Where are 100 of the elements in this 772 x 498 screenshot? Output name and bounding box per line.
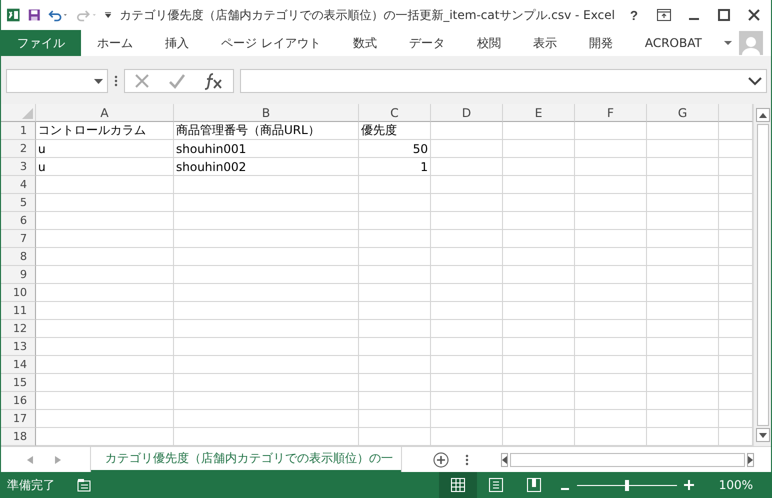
row-header[interactable]: 15 xyxy=(1,374,36,392)
more-options-icon xyxy=(114,75,118,87)
column-header[interactable]: D xyxy=(431,104,503,122)
table-cell xyxy=(503,320,575,338)
table-cell xyxy=(647,320,719,338)
row-header[interactable]: 2 xyxy=(1,140,36,158)
caret-icon[interactable] xyxy=(724,40,732,46)
up-arrow-icon xyxy=(758,112,766,118)
row-header[interactable]: 7 xyxy=(1,230,36,248)
table-cell xyxy=(503,302,575,320)
table-cell xyxy=(575,392,647,410)
table-cell xyxy=(647,140,719,158)
table-cell xyxy=(503,158,575,176)
zoom-slider-thumb[interactable] xyxy=(624,480,629,490)
window-title: カテゴリ優先度（店舗内カテゴリでの表示順位）の一括更新_item-catサンプル.csv - Excel xyxy=(119,6,615,24)
table-cell xyxy=(359,194,431,212)
maximize-icon xyxy=(718,9,730,21)
ribbon-tab[interactable]: 校閲 xyxy=(460,30,517,56)
check-icon[interactable] xyxy=(168,73,186,89)
ribbon-tab[interactable]: ページ レイアウト xyxy=(205,30,337,56)
ribbon-tab[interactable]: 挿入 xyxy=(149,30,205,56)
normal-view-button[interactable] xyxy=(438,472,477,498)
table-cell: コントロールカラム xyxy=(36,122,174,140)
column-header[interactable]: A xyxy=(36,104,174,122)
column-header[interactable]: B xyxy=(174,104,359,122)
zoom-in-button[interactable] xyxy=(682,477,695,493)
table-cell xyxy=(503,140,575,158)
insert-function-icon[interactable] xyxy=(204,72,224,90)
row-header[interactable]: 18 xyxy=(1,428,36,446)
row-header[interactable]: 17 xyxy=(1,410,36,428)
formula-input-field[interactable] xyxy=(240,69,767,93)
add-sheet-icon[interactable] xyxy=(433,452,449,468)
table-cell xyxy=(431,230,503,248)
scroll-thumb[interactable] xyxy=(510,452,745,466)
ribbon-tab[interactable]: 開発 xyxy=(572,30,629,56)
table-cell xyxy=(359,410,431,428)
vertical-scrollbar[interactable] xyxy=(753,104,771,446)
scroll-up-button[interactable] xyxy=(756,108,770,122)
ribbon-tab[interactable]: 表示 xyxy=(516,30,573,56)
page-break-icon xyxy=(526,478,541,492)
table-cell xyxy=(575,374,647,392)
ribbon-tab[interactable]: ファイル xyxy=(1,30,81,56)
row-header[interactable]: 8 xyxy=(1,248,36,266)
row-header[interactable]: 9 xyxy=(1,266,36,284)
table-cell xyxy=(575,140,647,158)
table-cell xyxy=(647,230,719,248)
row-header[interactable]: 1 xyxy=(1,122,36,140)
table-cell xyxy=(359,356,431,374)
table-cell xyxy=(359,320,431,338)
row-header[interactable]: 13 xyxy=(1,338,36,356)
table-cell xyxy=(647,374,719,392)
chevron-icon xyxy=(748,76,762,86)
macro-record-icon[interactable] xyxy=(77,478,91,492)
scroll-right-button[interactable] xyxy=(747,452,754,466)
scroll-left-button[interactable] xyxy=(501,452,508,466)
table-cell xyxy=(647,356,719,374)
table-cell xyxy=(575,248,647,266)
row-header[interactable]: 11 xyxy=(1,302,36,320)
table-cell xyxy=(503,212,575,230)
column-header[interactable]: F xyxy=(575,104,647,122)
row-header[interactable]: 16 xyxy=(1,392,36,410)
ribbon-tab[interactable]: データ xyxy=(392,30,461,56)
table-cell xyxy=(647,266,719,284)
ribbon-tab[interactable]: 数式 xyxy=(336,30,393,56)
row-header[interactable]: 14 xyxy=(1,356,36,374)
table-cell xyxy=(359,374,431,392)
table-cell xyxy=(431,284,503,302)
table-cell xyxy=(575,356,647,374)
row-header[interactable]: 10 xyxy=(1,284,36,302)
table-cell xyxy=(503,410,575,428)
excel-logo-icon xyxy=(7,7,20,23)
table-cell xyxy=(431,356,503,374)
scroll-thumb[interactable] xyxy=(756,124,768,426)
table-cell xyxy=(359,284,431,302)
table-cell xyxy=(647,122,719,140)
table-cell xyxy=(647,302,719,320)
table-cell xyxy=(575,410,647,428)
table-cell xyxy=(647,176,719,194)
table-cell xyxy=(431,212,503,230)
scroll-down-button[interactable] xyxy=(756,428,770,442)
table-cell xyxy=(647,248,719,266)
column-header[interactable]: C xyxy=(359,104,431,122)
column-header[interactable]: E xyxy=(503,104,575,122)
table-cell xyxy=(647,410,719,428)
row-header[interactable]: 6 xyxy=(1,212,36,230)
table-cell xyxy=(431,122,503,140)
zoom-level[interactable]: 100% xyxy=(718,478,753,492)
row-header[interactable]: 4 xyxy=(1,176,36,194)
row-header[interactable]: 12 xyxy=(1,320,36,338)
page-icon xyxy=(488,478,503,492)
help-button[interactable]: ? xyxy=(622,3,645,27)
sheet-tab[interactable]: カテゴリ優先度（店舗内カテゴリでの表示順位）の一 xyxy=(91,447,401,472)
save-icon[interactable] xyxy=(28,7,40,23)
ribbon-tab[interactable]: ホーム xyxy=(81,30,149,56)
row-header[interactable]: 3 xyxy=(1,158,36,176)
row-header[interactable]: 5 xyxy=(1,194,36,212)
customize-dropdown-icon[interactable] xyxy=(105,11,112,19)
table-cell xyxy=(359,248,431,266)
column-header[interactable]: G xyxy=(647,104,719,122)
ribbon-tab[interactable]: ACROBAT xyxy=(628,30,718,56)
